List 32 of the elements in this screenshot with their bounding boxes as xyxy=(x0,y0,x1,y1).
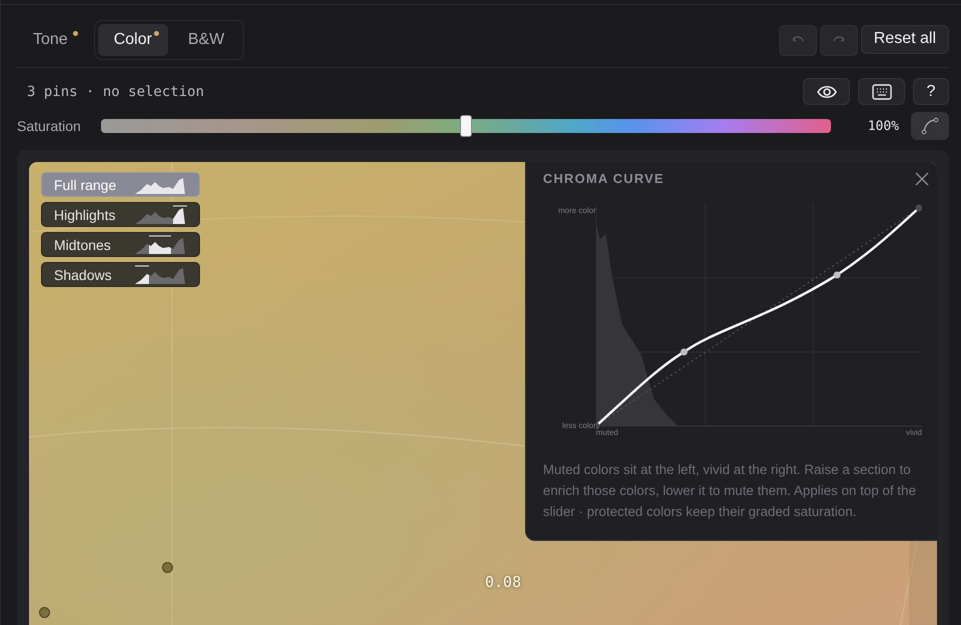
tone-tab[interactable]: Tone xyxy=(17,24,84,56)
slider-thumb[interactable] xyxy=(460,115,472,137)
popover-title: CHROMA CURVE xyxy=(543,171,664,186)
curve-icon xyxy=(921,117,939,135)
preview-button[interactable] xyxy=(803,78,850,105)
help-button[interactable]: ? xyxy=(913,78,949,105)
range-button[interactable]: Shadows xyxy=(41,262,200,287)
saturation-slider[interactable] xyxy=(101,114,831,138)
range-button[interactable]: Highlights xyxy=(41,202,200,227)
close-icon[interactable] xyxy=(915,172,929,186)
status-text: 3 pins · no selection xyxy=(27,84,204,100)
modified-dot xyxy=(72,31,78,36)
curve-button[interactable] xyxy=(911,112,949,140)
histogram-icon xyxy=(135,234,187,254)
histogram-icon xyxy=(135,264,187,284)
saturation-value: 100% xyxy=(866,118,899,134)
canvas-value: 0.08 xyxy=(485,573,522,591)
axis-label: more color xyxy=(557,206,596,215)
axis-label: vivid xyxy=(906,428,922,437)
mode-tab[interactable]: Color xyxy=(98,24,168,56)
axis-label: less color xyxy=(561,421,596,430)
keyboard-button[interactable] xyxy=(858,78,905,105)
axis-label: muted xyxy=(596,428,618,437)
reset-all-button[interactable]: Reset all xyxy=(860,24,949,54)
modified-dot xyxy=(154,31,159,36)
mode-tab[interactable]: B&W xyxy=(172,24,240,56)
eye-icon xyxy=(816,84,836,98)
popover-description: Muted colors sit at the left, vivid at the right. Raise a section to enrich those colors, lower it to mute them. Applies on top of the slider · protected colors keep their graded saturation. xyxy=(543,461,917,521)
histogram-icon xyxy=(135,204,187,224)
range-button[interactable]: Midtones xyxy=(41,232,200,257)
saturation-label: Saturation xyxy=(17,118,82,134)
keyboard-icon xyxy=(872,84,892,100)
